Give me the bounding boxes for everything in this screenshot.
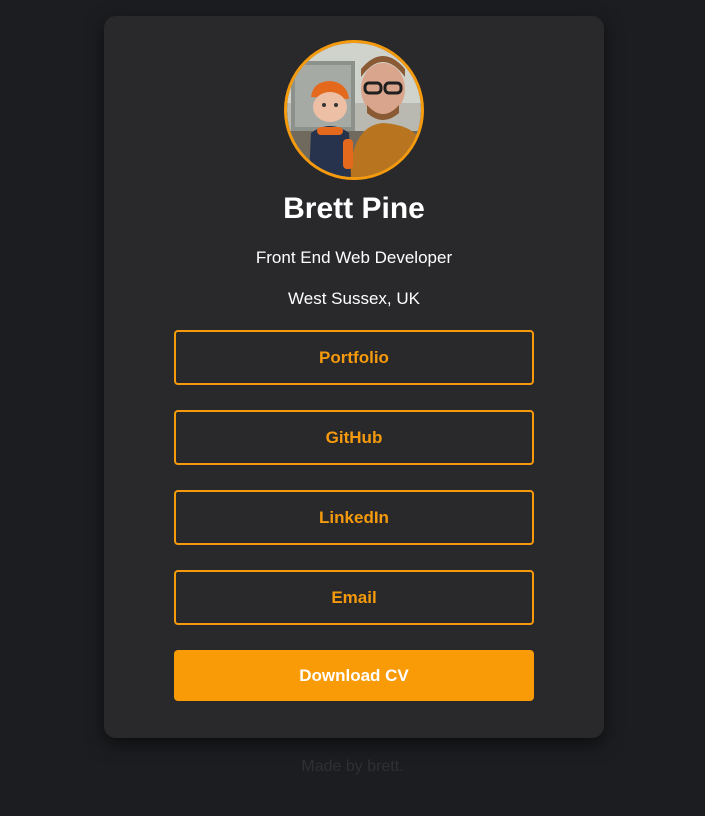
email-button-label: Email [331,587,377,607]
email-button[interactable]: Email [174,570,534,625]
avatar [284,40,424,180]
profile-card: Brett Pine Front End Web Developer West … [104,16,604,738]
github-button-label: GitHub [325,427,383,447]
download-cv-label: Download CV [299,665,409,685]
portfolio-button[interactable]: Portfolio [174,330,534,385]
avatar-photo [287,43,421,177]
profile-name: Brett Pine [283,192,425,225]
download-cv-button[interactable]: Download CV [174,650,534,701]
github-button[interactable]: GitHub [174,410,534,465]
profile-location: West Sussex, UK [288,289,420,308]
linkedin-button-label: LinkedIn [319,507,389,527]
footer-credit: Made by brett. [301,758,404,775]
linkedin-button[interactable]: LinkedIn [174,490,534,545]
portfolio-button-label: Portfolio [319,347,389,367]
profile-role: Front End Web Developer [255,248,453,267]
